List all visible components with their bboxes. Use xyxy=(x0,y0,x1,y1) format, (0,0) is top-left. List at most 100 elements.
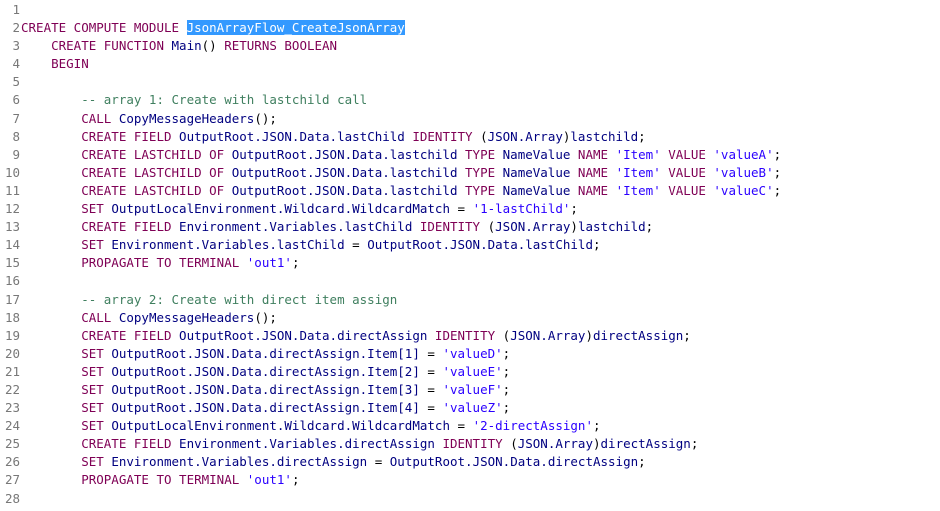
code-text[interactable]: SET Environment.Variables.lastChild = Ou… xyxy=(20,236,601,254)
code-token: Environment.Variables.directAssign xyxy=(111,454,375,470)
line-number: 1 xyxy=(12,2,20,17)
code-line[interactable]: 8 CREATE FIELD OutputRoot.JSON.Data.last… xyxy=(0,128,940,146)
code-text[interactable]: SET OutputLocalEnvironment.Wildcard.Wild… xyxy=(20,417,600,435)
code-token: OutputRoot.JSON.Data.directAssign xyxy=(179,327,435,343)
line-number: 2 xyxy=(12,20,20,36)
code-line[interactable]: 11 CREATE LASTCHILD OF OutputRoot.JSON.D… xyxy=(0,182,940,200)
code-line[interactable]: 26 SET Environment.Variables.directAssig… xyxy=(0,453,940,471)
code-text[interactable]: CALL CopyMessageHeaders(); xyxy=(20,309,277,327)
code-text[interactable]: CREATE LASTCHILD OF OutputRoot.JSON.Data… xyxy=(20,164,781,182)
code-token: TYPE xyxy=(465,182,503,198)
code-token: ( xyxy=(487,219,496,235)
line-number: 21 xyxy=(4,363,20,379)
code-token: OutputLocalEnvironment.Wildcard.Wildcard… xyxy=(111,418,458,434)
code-line[interactable]: 22 SET OutputRoot.JSON.Data.directAssign… xyxy=(0,381,940,399)
code-line[interactable]: 18 CALL CopyMessageHeaders(); xyxy=(0,309,940,327)
code-token: SET xyxy=(21,454,112,470)
code-token: CALL xyxy=(21,110,119,126)
code-line[interactable]: 5 xyxy=(0,73,940,91)
code-line[interactable]: 4 BEGIN xyxy=(0,55,940,73)
code-text[interactable]: PROPAGATE TO TERMINAL 'out1'; xyxy=(20,471,299,489)
code-token: IDENTITY xyxy=(442,436,511,452)
code-token: 'valueB' xyxy=(713,164,774,180)
code-token: SET xyxy=(21,345,112,361)
code-text[interactable]: CREATE FIELD OutputRoot.JSON.Data.direct… xyxy=(20,327,691,345)
code-text[interactable]: -- array 2: Create with direct item assi… xyxy=(20,291,397,309)
code-line[interactable]: 2 CREATE COMPUTE MODULE JsonArrayFlow_Cre… xyxy=(0,19,940,37)
code-token: ; xyxy=(570,201,578,217)
code-text[interactable]: SET Environment.Variables.directAssign =… xyxy=(20,453,646,471)
line-number: 26 xyxy=(4,454,20,470)
code-text[interactable]: CALL CopyMessageHeaders(); xyxy=(20,110,277,128)
line-number: 20 xyxy=(4,345,20,361)
code-line[interactable]: 25 CREATE FIELD Environment.Variables.di… xyxy=(0,435,940,453)
code-line[interactable]: 13 CREATE FIELD Environment.Variables.la… xyxy=(0,218,940,236)
code-text[interactable]: -- array 1: Create with lastchild call xyxy=(20,91,367,109)
line-number: 10 xyxy=(4,164,20,180)
code-token: IDENTITY xyxy=(412,128,481,144)
code-line[interactable]: 27 PROPAGATE TO TERMINAL 'out1'; xyxy=(0,471,940,489)
code-token: CopyMessageHeaders xyxy=(118,110,255,126)
code-line[interactable]: 14 SET Environment.Variables.lastChild =… xyxy=(0,236,940,254)
code-line[interactable]: 21 SET OutputRoot.JSON.Data.directAssign… xyxy=(0,363,940,381)
code-token: NAME xyxy=(577,146,616,162)
line-number: 18 xyxy=(4,309,20,325)
code-line[interactable]: 19 CREATE FIELD OutputRoot.JSON.Data.dir… xyxy=(0,327,940,345)
line-number: 22 xyxy=(4,381,20,397)
code-text[interactable]: SET OutputRoot.JSON.Data.directAssign.It… xyxy=(20,363,510,381)
code-editor[interactable]: 1 2 CREATE COMPUTE MODULE JsonArrayFlow_Cr… xyxy=(0,1,940,511)
code-text[interactable]: CREATE COMPUTE MODULE JsonArrayFlow_Crea… xyxy=(20,19,405,37)
code-token: OutputRoot.JSON.Data.directAssign.Item[2… xyxy=(111,363,428,379)
code-token: Main xyxy=(171,38,202,54)
code-text[interactable]: CREATE FIELD Environment.Variables.lastC… xyxy=(20,218,653,236)
code-text[interactable]: SET OutputRoot.JSON.Data.directAssign.It… xyxy=(20,381,510,399)
code-token: OutputRoot.JSON.Data.lastchild xyxy=(231,182,466,198)
code-token: JSON.Array xyxy=(495,219,571,235)
code-line[interactable]: 10 CREATE LASTCHILD OF OutputRoot.JSON.D… xyxy=(0,164,940,182)
code-line[interactable]: 28 xyxy=(0,490,940,508)
code-line[interactable]: 17 -- array 2: Create with direct item a… xyxy=(0,291,940,309)
code-token: OutputRoot.JSON.Data.lastchild xyxy=(231,164,466,180)
code-token: CREATE LASTCHILD OF xyxy=(21,164,232,180)
code-text[interactable]: CREATE LASTCHILD OF OutputRoot.JSON.Data… xyxy=(20,146,781,164)
line-number: 3 xyxy=(12,38,20,54)
line-number: 13 xyxy=(4,219,20,235)
code-text[interactable]: SET OutputLocalEnvironment.Wildcard.Wild… xyxy=(20,200,578,218)
code-text[interactable]: SET OutputRoot.JSON.Data.directAssign.It… xyxy=(20,399,510,417)
code-line[interactable]: 3 CREATE FUNCTION Main() RETURNS BOOLEAN xyxy=(0,37,940,55)
code-text[interactable]: CREATE FUNCTION Main() RETURNS BOOLEAN xyxy=(20,37,337,55)
code-token: CREATE FIELD xyxy=(21,327,180,343)
code-token: directAssign xyxy=(592,327,684,343)
code-token: OutputRoot.JSON.Data.directAssign.Item[3… xyxy=(111,381,428,397)
code-line[interactable]: 7 CALL CopyMessageHeaders(); xyxy=(0,110,940,128)
code-token: NameValue xyxy=(502,164,578,180)
code-line[interactable]: 23 SET OutputRoot.JSON.Data.directAssign… xyxy=(0,399,940,417)
code-token: ; xyxy=(502,363,511,379)
code-text[interactable]: CREATE FIELD OutputRoot.JSON.Data.lastCh… xyxy=(20,128,645,146)
code-token: = xyxy=(457,201,473,217)
code-line[interactable]: 6 -- array 1: Create with lastchild call xyxy=(0,91,940,109)
code-text[interactable]: CREATE FIELD Environment.Variables.direc… xyxy=(20,435,698,453)
code-line[interactable]: 1 xyxy=(0,1,940,19)
code-text[interactable]: PROPAGATE TO TERMINAL 'out1'; xyxy=(20,254,299,272)
code-line[interactable]: 12 SET OutputLocalEnvironment.Wildcard.W… xyxy=(0,200,940,218)
code-text[interactable]: SET OutputRoot.JSON.Data.directAssign.It… xyxy=(20,345,510,363)
code-token: NAME xyxy=(577,182,616,198)
code-text[interactable]: CREATE LASTCHILD OF OutputRoot.JSON.Data… xyxy=(20,182,781,200)
code-token: ; xyxy=(592,237,601,253)
code-token: CREATE LASTCHILD OF xyxy=(21,182,232,198)
code-token: CREATE FIELD xyxy=(21,436,180,452)
code-line[interactable]: 24 SET OutputLocalEnvironment.Wildcard.W… xyxy=(0,417,940,435)
code-token: ; xyxy=(638,454,646,470)
code-token: IDENTITY xyxy=(419,219,488,235)
code-token: ) xyxy=(585,327,593,343)
code-token: ; xyxy=(645,219,654,235)
code-line[interactable]: 20 SET OutputRoot.JSON.Data.directAssign… xyxy=(0,345,940,363)
code-token: 'Item' xyxy=(615,164,661,180)
code-text[interactable]: BEGIN xyxy=(20,55,89,73)
code-line[interactable]: 9 CREATE LASTCHILD OF OutputRoot.JSON.Da… xyxy=(0,146,940,164)
code-token: ; xyxy=(690,436,699,452)
code-token: NAME xyxy=(577,164,616,180)
code-line[interactable]: 16 xyxy=(0,272,940,290)
code-line[interactable]: 15 PROPAGATE TO TERMINAL 'out1'; xyxy=(0,254,940,272)
